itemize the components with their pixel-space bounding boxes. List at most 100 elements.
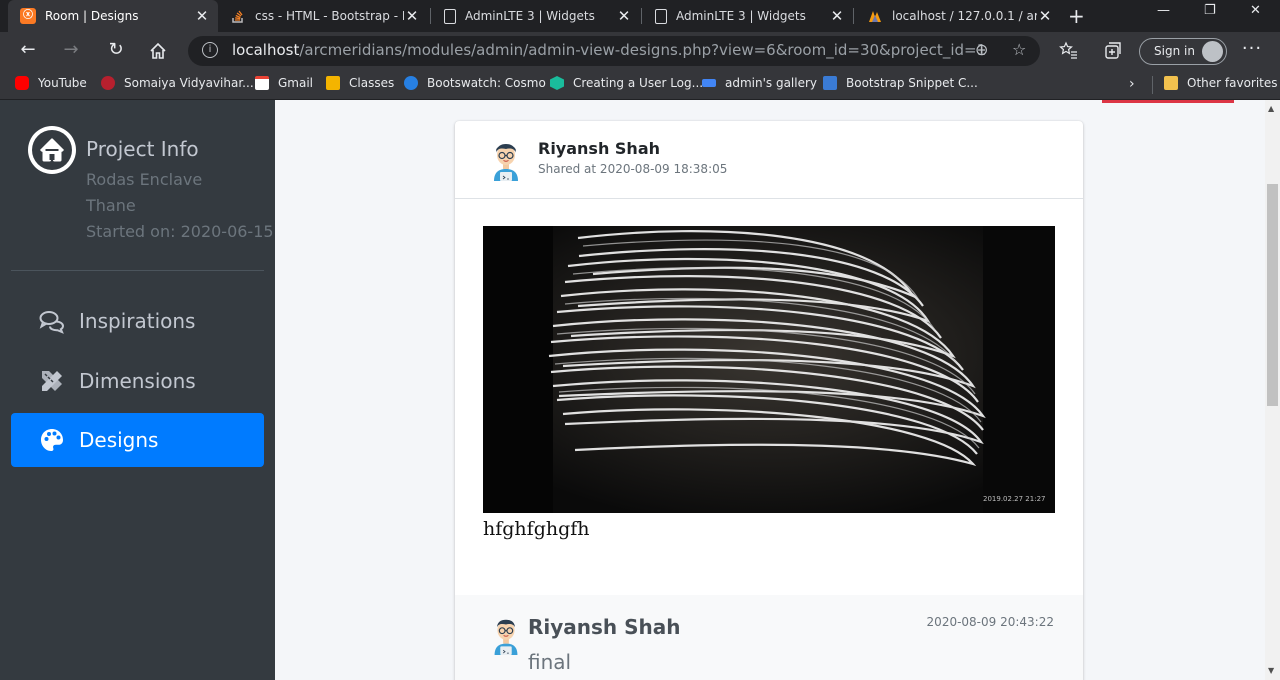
classroom-icon [326, 76, 340, 90]
tab-adminlte-widgets-2[interactable]: AdminLTE 3 | Widgets ✕ [643, 0, 853, 32]
comments-icon [39, 311, 65, 334]
restore-icon[interactable]: ❐ [1204, 3, 1216, 18]
palette-icon [41, 429, 63, 451]
close-icon[interactable]: ✕ [194, 7, 210, 25]
document-icon [655, 8, 667, 24]
gmail-icon [255, 76, 269, 90]
scrollbar-thumb[interactable] [1267, 184, 1278, 406]
bookmark-separator [1152, 76, 1153, 94]
pencil-ruler-icon [42, 371, 62, 391]
sidebar-item-dimensions[interactable]: Dimensions [11, 354, 264, 408]
mdb-icon [702, 79, 716, 87]
profile-avatar-icon [1202, 41, 1223, 62]
add-favorite-icon[interactable]: ☆ [1012, 40, 1026, 59]
bookmark-youtube[interactable]: YouTube [15, 76, 87, 90]
bookmark-label: Somaiya Vidyavihar... [124, 76, 254, 90]
bookmark-label: Classes [349, 76, 395, 90]
close-icon[interactable]: ✕ [1037, 7, 1053, 25]
bookmark-label: Gmail [278, 76, 314, 90]
page-scrollbar[interactable]: ▲ ▼ [1265, 100, 1280, 680]
zoom-icon[interactable]: ⊕ [975, 40, 988, 59]
bookmark-label: YouTube [38, 76, 87, 90]
more-menu-icon[interactable]: ··· [1240, 38, 1264, 59]
light-painting-image: 2019.02.27 21:27 [483, 226, 1055, 513]
project-home-icon [28, 126, 76, 174]
comment-item: Riyansh Shah 2020-08-09 20:43:22 final [455, 595, 1083, 680]
phpmyadmin-icon [869, 11, 881, 22]
back-button[interactable]: ← [16, 39, 40, 60]
post-card: Riyansh Shah Shared at 2020-08-09 18:38:… [455, 121, 1083, 680]
youtube-icon [15, 76, 29, 90]
hexagon-icon [550, 76, 564, 90]
user-avatar-icon [494, 144, 518, 181]
bookmarks-bar: YouTube Somaiya Vidyavihar... Gmail Clas… [0, 70, 1280, 100]
tab-title: AdminLTE 3 | Widgets [676, 9, 806, 23]
close-icon[interactable]: ✕ [616, 7, 632, 25]
post-header: Riyansh Shah Shared at 2020-08-09 18:38:… [455, 121, 1083, 199]
comment-author-name[interactable]: Riyansh Shah [528, 615, 681, 639]
folder-icon [1164, 76, 1178, 90]
post-author-name[interactable]: Riyansh Shah [538, 139, 660, 158]
tab-title: localhost / 127.0.0.1 / arcm [892, 9, 1037, 23]
sidebar-item-label: Inspirations [79, 309, 196, 333]
tab-separator [430, 8, 431, 24]
accent-bar [1102, 100, 1234, 103]
bookmark-user-login[interactable]: Creating a User Log... [550, 76, 703, 90]
post-image[interactable]: 2019.02.27 21:27 [483, 226, 1055, 513]
bookmark-classes[interactable]: Classes [326, 76, 394, 90]
tab-stackoverflow[interactable]: css - HTML - Bootstrap - Ho ✕ [218, 0, 428, 32]
bookmark-bootswatch[interactable]: Bootswatch: Cosmo [404, 76, 546, 90]
collections-icon[interactable] [1103, 41, 1123, 61]
bookmark-somaiya[interactable]: Somaiya Vidyavihar... [101, 76, 254, 90]
url-text[interactable]: localhost/arcmeridians/modules/admin/adm… [232, 41, 986, 59]
tab-room-designs[interactable]: ⓧ Room | Designs ✕ [8, 0, 218, 32]
new-tab-button[interactable]: + [1068, 4, 1085, 28]
bookmark-label: admin's gallery [725, 76, 818, 90]
bootswatch-icon [404, 76, 418, 90]
xampp-icon: ⓧ [20, 8, 36, 24]
chevron-right-icon[interactable]: › [1129, 76, 1135, 92]
sidebar-item-inspirations[interactable]: Inspirations [11, 294, 264, 348]
scroll-up-icon[interactable]: ▲ [1268, 104, 1274, 113]
somaiya-icon [101, 76, 115, 90]
bookmark-gmail[interactable]: Gmail [255, 76, 313, 90]
site-info-icon[interactable]: i [202, 42, 218, 58]
project-city: Thane [86, 196, 136, 215]
sidebar-item-label: Designs [79, 428, 159, 452]
address-bar[interactable]: i localhost/arcmeridians/modules/admin/a… [188, 36, 1040, 66]
commenter-avatar-icon [494, 619, 518, 655]
tab-separator [853, 8, 854, 24]
bookmark-label: Other favorites [1187, 76, 1278, 90]
tab-title: css - HTML - Bootstrap - Ho [255, 9, 404, 23]
close-icon[interactable]: ✕ [404, 7, 420, 25]
sign-in-button[interactable]: Sign in [1139, 38, 1227, 65]
bookmark-admins-gallery[interactable]: admin's gallery [702, 76, 817, 90]
scroll-down-icon[interactable]: ▼ [1268, 666, 1274, 675]
minimize-icon[interactable]: — [1157, 3, 1170, 18]
favorites-icon[interactable] [1059, 41, 1079, 61]
reload-button[interactable]: ↻ [104, 39, 128, 60]
url-path: /arcmeridians/modules/admin/admin-view-d… [299, 41, 987, 59]
forward-button[interactable]: → [59, 39, 83, 60]
bookmark-bootstrap-snippet[interactable]: Bootstrap Snippet C... [823, 76, 978, 90]
sidebar-item-label: Dimensions [79, 369, 196, 393]
close-icon[interactable]: ✕ [829, 7, 845, 25]
url-host: localhost [232, 41, 300, 59]
image-timestamp: 2019.02.27 21:27 [983, 495, 1045, 503]
main-content: Riyansh Shah Shared at 2020-08-09 18:38:… [275, 100, 1265, 680]
window-close-icon[interactable]: ✕ [1250, 3, 1261, 18]
tab-adminlte-widgets-1[interactable]: AdminLTE 3 | Widgets ✕ [432, 0, 640, 32]
tab-separator [641, 8, 642, 24]
bookmark-label: Creating a User Log... [573, 76, 704, 90]
bootstrap-icon [823, 76, 837, 90]
sidebar: Project Info Rodas Enclave Thane Started… [0, 100, 275, 680]
browser-tab-strip: ⓧ Room | Designs ✕ css - HTML - Bootstra… [0, 0, 1280, 32]
post-caption: hfghfghgfh [483, 518, 590, 540]
bookmark-other-favorites[interactable]: Other favorites [1164, 76, 1278, 90]
home-icon[interactable] [148, 41, 168, 61]
stackoverflow-icon [232, 10, 243, 23]
tab-phpmyadmin[interactable]: localhost / 127.0.0.1 / arcm ✕ [855, 0, 1061, 32]
project-title: Project Info [86, 137, 199, 161]
sidebar-item-designs[interactable]: Designs [11, 413, 264, 467]
post-shared-at: Shared at 2020-08-09 18:38:05 [538, 162, 728, 176]
